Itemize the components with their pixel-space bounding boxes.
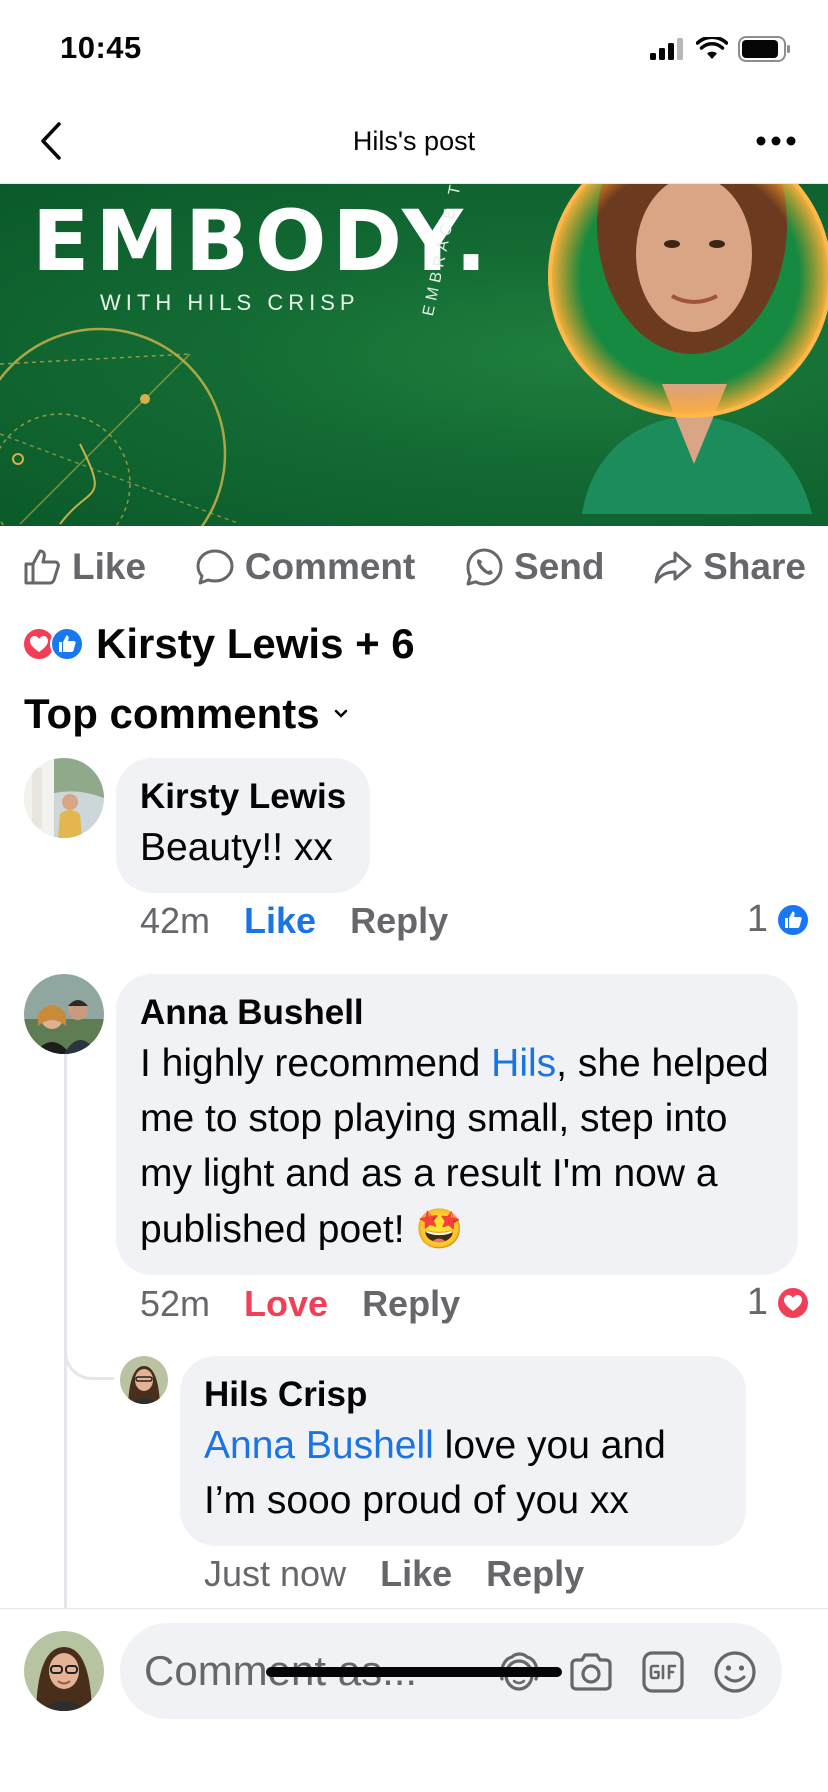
banner-portrait-image — [522, 184, 828, 526]
like-icon — [776, 902, 810, 937]
reaction-count-value: 1 — [746, 1281, 768, 1323]
reaction-count-value: 1 — [746, 898, 768, 940]
send-label: Send — [514, 546, 605, 587]
comment-author[interactable]: Kirsty Lewis — [140, 774, 346, 820]
comment-love-button[interactable]: Love — [244, 1283, 328, 1325]
reply-like-button[interactable]: Like — [380, 1553, 452, 1595]
comment-text-before: I highly recommend — [140, 1041, 492, 1085]
comment-meta: 42m Like Reply — [140, 900, 482, 942]
comment-bubble[interactable]: Kirsty Lewis Beauty!! xx — [116, 758, 371, 893]
reaction-icons — [22, 627, 84, 661]
reply-author[interactable]: Hils Crisp — [204, 1372, 722, 1418]
emoji-button[interactable] — [710, 1647, 760, 1697]
page-title: Hils's post — [352, 126, 476, 156]
reply-bubble[interactable]: Hils Crisp Anna Bushell love you and I’m… — [180, 1356, 746, 1547]
more-options-button[interactable] — [746, 116, 806, 166]
avatar[interactable] — [120, 1356, 168, 1404]
mention-link[interactable]: Anna Bushell — [204, 1424, 434, 1467]
sort-label: Top comments — [24, 690, 320, 737]
comment-bubble[interactable]: Anna Bushell I highly recommend Hils, sh… — [116, 974, 798, 1275]
home-indicator — [266, 1667, 562, 1677]
banner-logo-text: EMBODY. — [32, 192, 493, 290]
reply-reply-button[interactable]: Reply — [486, 1553, 584, 1595]
comment-reaction-count[interactable]: 1 — [747, 1281, 810, 1324]
like-icon — [50, 627, 84, 661]
thread-curve — [64, 1310, 114, 1380]
post-banner-image[interactable]: EMBODY. WITH HILS CRISP EMBRACE THE — [0, 184, 828, 526]
status-icons — [650, 36, 792, 62]
gif-icon — [642, 1651, 684, 1693]
comment-icon — [196, 549, 234, 585]
whatsapp-icon — [466, 548, 503, 586]
avatar — [24, 1631, 104, 1711]
chevron-down-icon — [334, 709, 347, 718]
geometric-decoration-icon — [0, 327, 241, 526]
like-label: Like — [72, 546, 147, 587]
banner-subtitle: WITH HILS CRISP — [100, 290, 360, 315]
reply-meta: Just now Like Reply — [204, 1553, 618, 1595]
gif-button[interactable] — [638, 1647, 688, 1697]
share-icon — [654, 551, 692, 584]
more-dots-icon — [756, 136, 796, 146]
emoji-icon — [714, 1651, 756, 1693]
comment-time: 42m — [140, 900, 211, 941]
share-button[interactable]: Share — [653, 546, 806, 588]
post-header: Hils's post — [0, 100, 828, 184]
reactions-summary[interactable]: Kirsty Lewis + 6 — [22, 620, 415, 668]
reaction-names: Kirsty Lewis + 6 — [96, 620, 415, 667]
send-button[interactable]: Send — [464, 546, 604, 588]
comment-sort-dropdown[interactable]: Top comments — [24, 690, 348, 738]
comment-meta: 52m Love Reply — [140, 1283, 494, 1325]
love-icon — [776, 1285, 810, 1320]
share-label: Share — [703, 546, 806, 587]
reply-text: Anna Bushell love you and I’m sooo proud… — [204, 1418, 722, 1529]
status-time: 10:45 — [60, 30, 142, 65]
comment-composer: Comment as... — [0, 1608, 828, 1792]
post-action-bar: Like Comment Send Share — [0, 526, 828, 608]
comment-button[interactable]: Comment — [195, 546, 416, 588]
comment-reaction-count[interactable]: 1 — [747, 898, 810, 941]
comment-text: Beauty!! xx — [140, 825, 333, 869]
comment-time: 52m — [140, 1283, 211, 1324]
reply-time: Just now — [204, 1553, 347, 1594]
cellular-signal-icon — [650, 38, 683, 60]
mention-link[interactable]: Hils — [491, 1042, 556, 1085]
thumbs-up-icon — [24, 549, 60, 585]
comment-text: I highly recommend Hils, she helped me t… — [140, 1036, 774, 1258]
comment-author[interactable]: Anna Bushell — [140, 990, 774, 1036]
camera-button[interactable] — [566, 1647, 616, 1697]
comment-label: Comment — [244, 546, 416, 587]
camera-icon — [570, 1653, 612, 1691]
wifi-icon — [696, 37, 728, 59]
avatar[interactable] — [24, 758, 104, 838]
like-button[interactable]: Like — [22, 546, 146, 588]
comment-reply-button[interactable]: Reply — [362, 1283, 460, 1325]
status-bar: 10:45 — [0, 0, 828, 100]
avatar[interactable] — [24, 974, 104, 1054]
comment-like-button[interactable]: Like — [244, 900, 316, 942]
battery-icon — [738, 36, 790, 62]
comment-reply-button[interactable]: Reply — [350, 900, 448, 942]
